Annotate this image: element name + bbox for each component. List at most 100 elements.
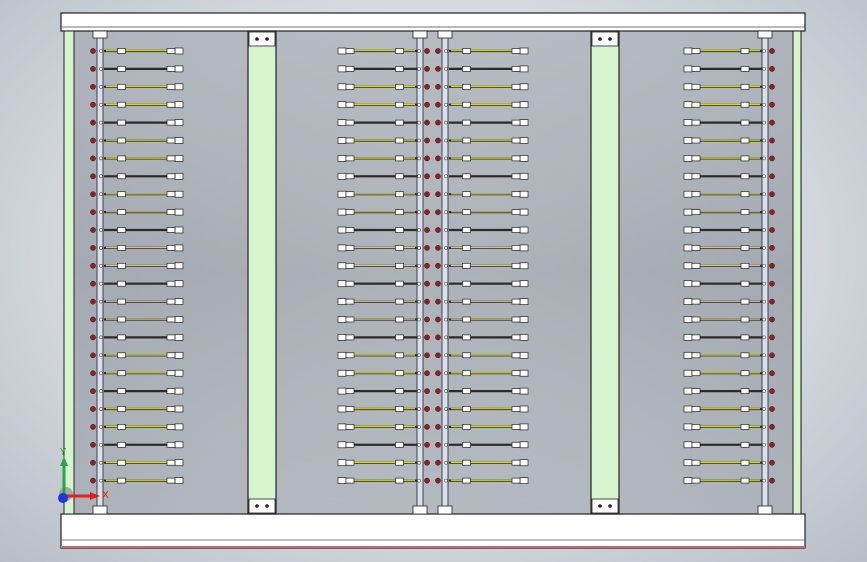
- rail-bolt-head: [762, 371, 766, 376]
- rod-nut: [519, 65, 529, 73]
- rail-bolt: [769, 370, 775, 377]
- rod-coupler: [740, 406, 750, 412]
- rod-nut: [691, 298, 701, 305]
- rail-bolt-head: [444, 102, 448, 107]
- rod-coupler: [117, 227, 126, 233]
- rod-nut: [174, 226, 184, 234]
- rod-coupler: [740, 173, 750, 180]
- graphics-viewport[interactable]: Y X: [0, 0, 867, 562]
- top-rail[interactable]: [60, 12, 806, 32]
- rail-bolt-head: [444, 49, 448, 53]
- rod-nut: [511, 334, 521, 341]
- rod-nut: [511, 83, 521, 90]
- rod-nut: [337, 280, 347, 288]
- rod-nut: [166, 209, 176, 215]
- rail-bolt-head: [99, 299, 103, 304]
- rod-nut: [511, 137, 521, 144]
- rod-coupler: [117, 155, 126, 162]
- rod-nut: [345, 280, 355, 287]
- center-post-right[interactable]: [590, 30, 620, 515]
- rail-bolt-head: [444, 174, 448, 179]
- rail-bolt-head: [444, 460, 448, 465]
- rod-nut: [691, 66, 701, 72]
- rail-bolt-head: [417, 407, 421, 411]
- rail-bolt: [424, 155, 430, 162]
- rod-nut: [519, 351, 529, 359]
- rail-bolt-head: [762, 246, 766, 250]
- rod-coupler: [117, 48, 126, 54]
- rail-bolt: [90, 334, 96, 341]
- rail-bolt: [435, 101, 441, 108]
- rod-nut: [337, 155, 347, 162]
- rail-bolt: [769, 262, 775, 269]
- rod-nut: [166, 280, 176, 287]
- rail-bolt-head: [762, 120, 766, 125]
- left-side-member[interactable]: [63, 30, 75, 515]
- rod-nut: [519, 244, 529, 252]
- rod-coupler: [117, 119, 126, 126]
- rod-nut: [166, 459, 176, 466]
- rod-coupler: [117, 101, 126, 108]
- rod-coupler: [117, 298, 126, 305]
- rail-bolt: [90, 155, 96, 162]
- rod-nut: [519, 334, 529, 341]
- rod-nut: [511, 459, 521, 466]
- rod-nut: [174, 387, 184, 395]
- rod-coupler: [395, 155, 404, 162]
- rod-nut: [691, 209, 701, 215]
- rod-coupler: [740, 388, 750, 394]
- rail-bolt-head: [444, 371, 448, 376]
- rod-nut: [166, 406, 176, 412]
- rail-bolt-head: [417, 156, 421, 161]
- rod-nut: [519, 387, 529, 395]
- triad-z-axis: [58, 493, 68, 503]
- bottom-rail[interactable]: [60, 513, 806, 549]
- rod-nut: [337, 298, 347, 305]
- rail-bolt-head: [444, 317, 448, 322]
- rod-coupler: [740, 48, 750, 54]
- rod-nut: [683, 298, 693, 305]
- rod-nut: [174, 280, 184, 288]
- rail-bolt: [424, 406, 430, 412]
- center-post-left[interactable]: [247, 30, 277, 515]
- rod-nut: [174, 83, 184, 91]
- rod-coupler: [117, 262, 126, 269]
- rail-bolt: [769, 424, 775, 430]
- rod-nut: [511, 298, 521, 305]
- model-drawing[interactable]: Y X: [0, 0, 867, 562]
- rail-bolt-head: [417, 84, 421, 89]
- rod-nut: [511, 388, 521, 394]
- rail-bolt-head: [444, 120, 448, 125]
- rod-nut: [166, 227, 176, 233]
- rail-bolt-head: [762, 442, 766, 447]
- rail-cap-top: [412, 30, 428, 39]
- rod-coupler: [117, 245, 126, 251]
- rail-bolt: [435, 262, 441, 269]
- rod-nut: [511, 209, 521, 215]
- rod-nut: [691, 245, 701, 251]
- rail-bolt: [90, 406, 96, 412]
- rod-coupler: [740, 155, 750, 162]
- rail-bolt: [769, 119, 775, 126]
- rail-bolt: [769, 83, 775, 90]
- rod-coupler: [740, 119, 750, 126]
- rod-coupler: [395, 66, 404, 72]
- right-side-member[interactable]: [792, 30, 802, 515]
- rail-bolt: [435, 245, 441, 251]
- rod-nut: [519, 280, 529, 288]
- rod-nut: [519, 316, 529, 323]
- rod-coupler: [117, 406, 126, 412]
- rod-nut: [166, 370, 176, 377]
- rod-nut: [511, 441, 521, 448]
- rod-coupler: [740, 262, 750, 269]
- rod-nut: [683, 172, 693, 180]
- rod-coupler: [462, 48, 471, 54]
- rail-bolt: [424, 209, 430, 215]
- rail-bolt-head: [99, 102, 103, 107]
- rod-nut: [337, 387, 347, 395]
- rail-bolt: [435, 441, 441, 448]
- rod-nut: [683, 387, 693, 395]
- rod-coupler: [117, 191, 126, 198]
- rod-nut: [174, 262, 184, 270]
- rail-bolt: [435, 352, 441, 359]
